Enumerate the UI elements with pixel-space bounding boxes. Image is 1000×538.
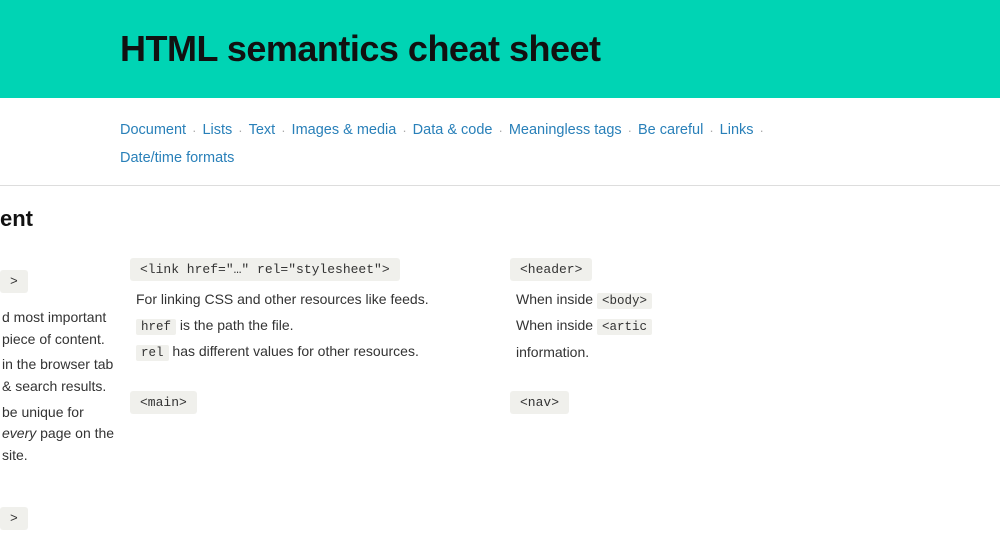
middle-code-tag: <link href="…" rel="stylesheet">	[130, 258, 400, 281]
nav-link-careful[interactable]: Be careful	[638, 117, 703, 143]
left-desc-line1: d most important piece of content.	[2, 307, 120, 350]
right-desc-line2: When inside <artic	[516, 315, 830, 337]
left-bottom-row: >	[0, 507, 120, 538]
italic-every: every	[2, 425, 36, 441]
nav-sep-3: ·	[281, 119, 285, 142]
middle-bottom-tag-block: <main>	[130, 391, 490, 422]
header-banner: HTML semantics cheat sheet	[0, 0, 1000, 98]
left-code-block: >	[0, 270, 120, 301]
nav-bar: Document · Lists · Text · Images & media…	[0, 98, 1000, 186]
right-desc-line3: information.	[516, 342, 830, 364]
nav-link-images[interactable]: Images & media	[292, 117, 397, 143]
nav-link-lists[interactable]: Lists	[202, 117, 232, 143]
nav-link-document[interactable]: Document	[120, 117, 186, 143]
middle-col: <link href="…" rel="stylesheet"> For lin…	[120, 206, 490, 538]
rel-code: rel	[136, 345, 169, 361]
right-bottom-tag: <nav>	[510, 391, 569, 414]
right-desc: When inside <body> When inside <artic in…	[510, 289, 830, 363]
middle-desc-line1: For linking CSS and other resources like…	[136, 289, 490, 311]
nav-sep-4: ·	[402, 119, 406, 142]
right-bottom-tag-block: <nav>	[510, 391, 830, 422]
section-heading-partial: ent	[0, 206, 120, 232]
middle-desc: For linking CSS and other resources like…	[130, 289, 490, 363]
right-desc-line1: When inside <body>	[516, 289, 830, 311]
body-code: <body>	[597, 293, 652, 309]
left-bottom-tag: >	[0, 507, 28, 530]
article-code: <artic	[597, 319, 652, 335]
middle-desc-line3: rel has different values for other resou…	[136, 341, 490, 363]
main-content: ent > d most important piece of content.…	[0, 186, 1000, 538]
left-desc-line3: be unique for every page on the site.	[2, 402, 120, 467]
left-desc-line2: in the browser tab & search results.	[2, 354, 120, 397]
left-partial-col: ent > d most important piece of content.…	[0, 206, 120, 538]
nav-link-links[interactable]: Links	[720, 117, 754, 143]
nav-sep-1: ·	[192, 119, 196, 142]
nav-sep-5: ·	[498, 119, 502, 142]
nav-link-data[interactable]: Data & code	[413, 117, 493, 143]
left-code-tag: >	[0, 270, 28, 293]
nav-sep-6: ·	[628, 119, 632, 142]
nav-link-datetime[interactable]: Date/time formats	[120, 145, 234, 171]
middle-code-block: <link href="…" rel="stylesheet">	[130, 258, 490, 289]
middle-bottom-tag: <main>	[130, 391, 197, 414]
page-title: HTML semantics cheat sheet	[120, 28, 900, 70]
left-desc: d most important piece of content. in th…	[0, 307, 120, 471]
right-col: <header> When inside <body> When inside …	[490, 206, 830, 538]
href-code: href	[136, 319, 176, 335]
middle-desc-line2: href is the path the file.	[136, 315, 490, 337]
nav-link-text[interactable]: Text	[249, 117, 276, 143]
nav-links: Document · Lists · Text · Images & media…	[120, 116, 880, 171]
right-code-tag: <header>	[510, 258, 592, 281]
nav-link-meaningless[interactable]: Meaningless tags	[509, 117, 622, 143]
nav-sep-2: ·	[238, 119, 242, 142]
right-code-block: <header>	[510, 258, 830, 289]
nav-sep-7: ·	[709, 119, 713, 142]
nav-sep-8: ·	[760, 119, 764, 142]
